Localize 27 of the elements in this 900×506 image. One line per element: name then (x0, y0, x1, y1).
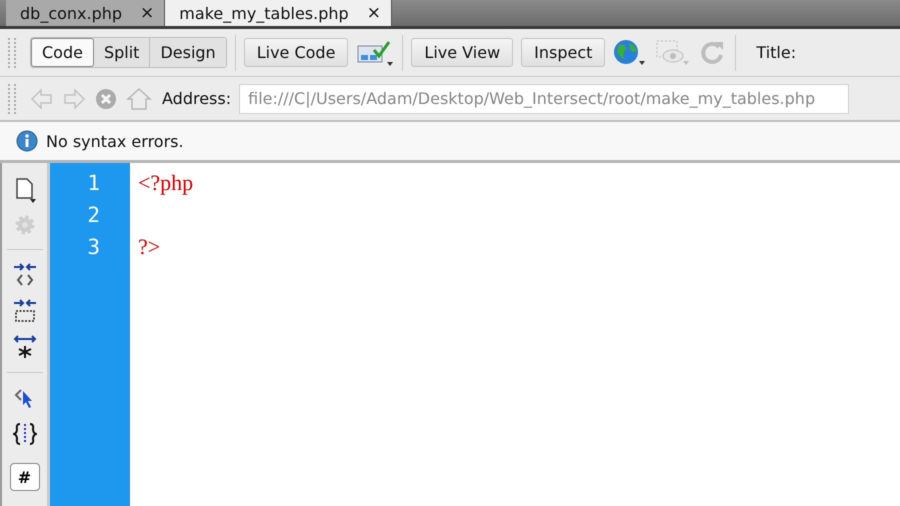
line-number: 2 (86, 202, 101, 229)
toolbar-grip[interactable] (8, 38, 16, 68)
collapse-selection-icon[interactable] (12, 298, 36, 324)
close-icon[interactable]: × (140, 3, 154, 23)
title-label: Title: (756, 43, 796, 62)
live-view-button[interactable]: Live View (411, 38, 514, 67)
address-label: Address: (162, 89, 232, 108)
code-line: ?> (138, 234, 160, 259)
inspect-button[interactable]: Inspect (521, 38, 606, 67)
collapse-tag-icon[interactable] (12, 262, 36, 288)
line-number: 1 (86, 170, 101, 197)
balance-braces-icon[interactable] (12, 421, 36, 447)
document-tab[interactable]: db_conx.php × (6, 0, 166, 26)
code-line: <?php (138, 170, 194, 195)
toolbar-grip[interactable] (8, 84, 16, 114)
expand-all-icon[interactable] (12, 334, 36, 360)
status-message: No syntax errors. (46, 132, 184, 150)
side-button[interactable]: # (10, 463, 40, 491)
document-tab[interactable]: make_my_tables.php × (165, 0, 392, 26)
layout-check-icon[interactable] (356, 40, 394, 66)
address-field[interactable]: file:///C|/Users/Adam/Desktop/Web_Intersect/root/make_my_tables.php (239, 84, 850, 114)
info-icon (16, 130, 38, 152)
line-number: 3 (86, 234, 101, 261)
close-icon[interactable]: × (366, 3, 381, 23)
globe-icon[interactable] (613, 38, 648, 66)
view-button[interactable]: Code (31, 38, 94, 67)
live-code-button[interactable]: Live Code (244, 38, 348, 67)
